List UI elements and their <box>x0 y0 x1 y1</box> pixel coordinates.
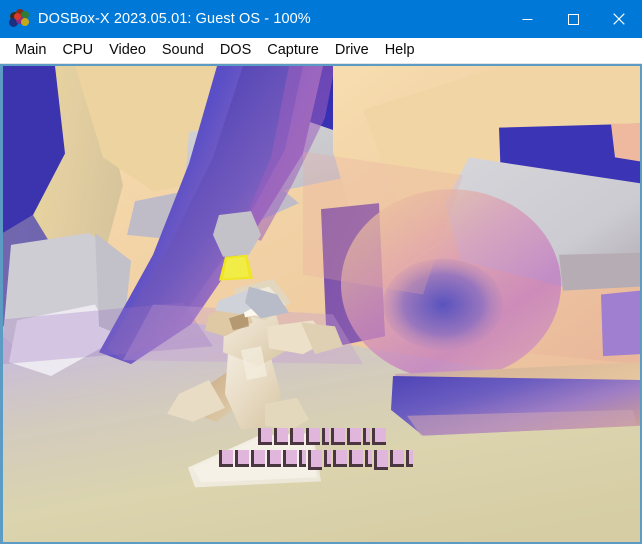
menu-item-drive[interactable]: Drive <box>327 38 377 63</box>
title-bar[interactable]: DOSBox-X 2023.05.01: Guest OS - 100% <box>0 0 642 38</box>
menu-item-video[interactable]: Video <box>101 38 154 63</box>
guest-screen-border <box>0 64 642 544</box>
menu-item-main[interactable]: Main <box>7 38 54 63</box>
close-button[interactable] <box>596 0 642 38</box>
menu-item-cpu[interactable]: CPU <box>54 38 101 63</box>
menu-item-dos[interactable]: DOS <box>212 38 259 63</box>
game-scene-render <box>3 66 640 542</box>
window-controls <box>504 0 642 38</box>
dosbox-x-logo-icon[interactable] <box>9 9 29 29</box>
window-title: DOSBox-X 2023.05.01: Guest OS - 100% <box>38 11 311 27</box>
maximize-button[interactable] <box>550 0 596 38</box>
menu-item-capture[interactable]: Capture <box>259 38 327 63</box>
menu-item-sound[interactable]: Sound <box>154 38 212 63</box>
menu-bar: Main CPU Video Sound DOS Capture Drive H… <box>0 38 642 64</box>
menu-item-help[interactable]: Help <box>377 38 423 63</box>
dosbox-x-window: DOSBox-X 2023.05.01: Guest OS - 100% Mai… <box>0 0 642 544</box>
minimize-button[interactable] <box>504 0 550 38</box>
guest-screen[interactable] <box>3 66 640 542</box>
